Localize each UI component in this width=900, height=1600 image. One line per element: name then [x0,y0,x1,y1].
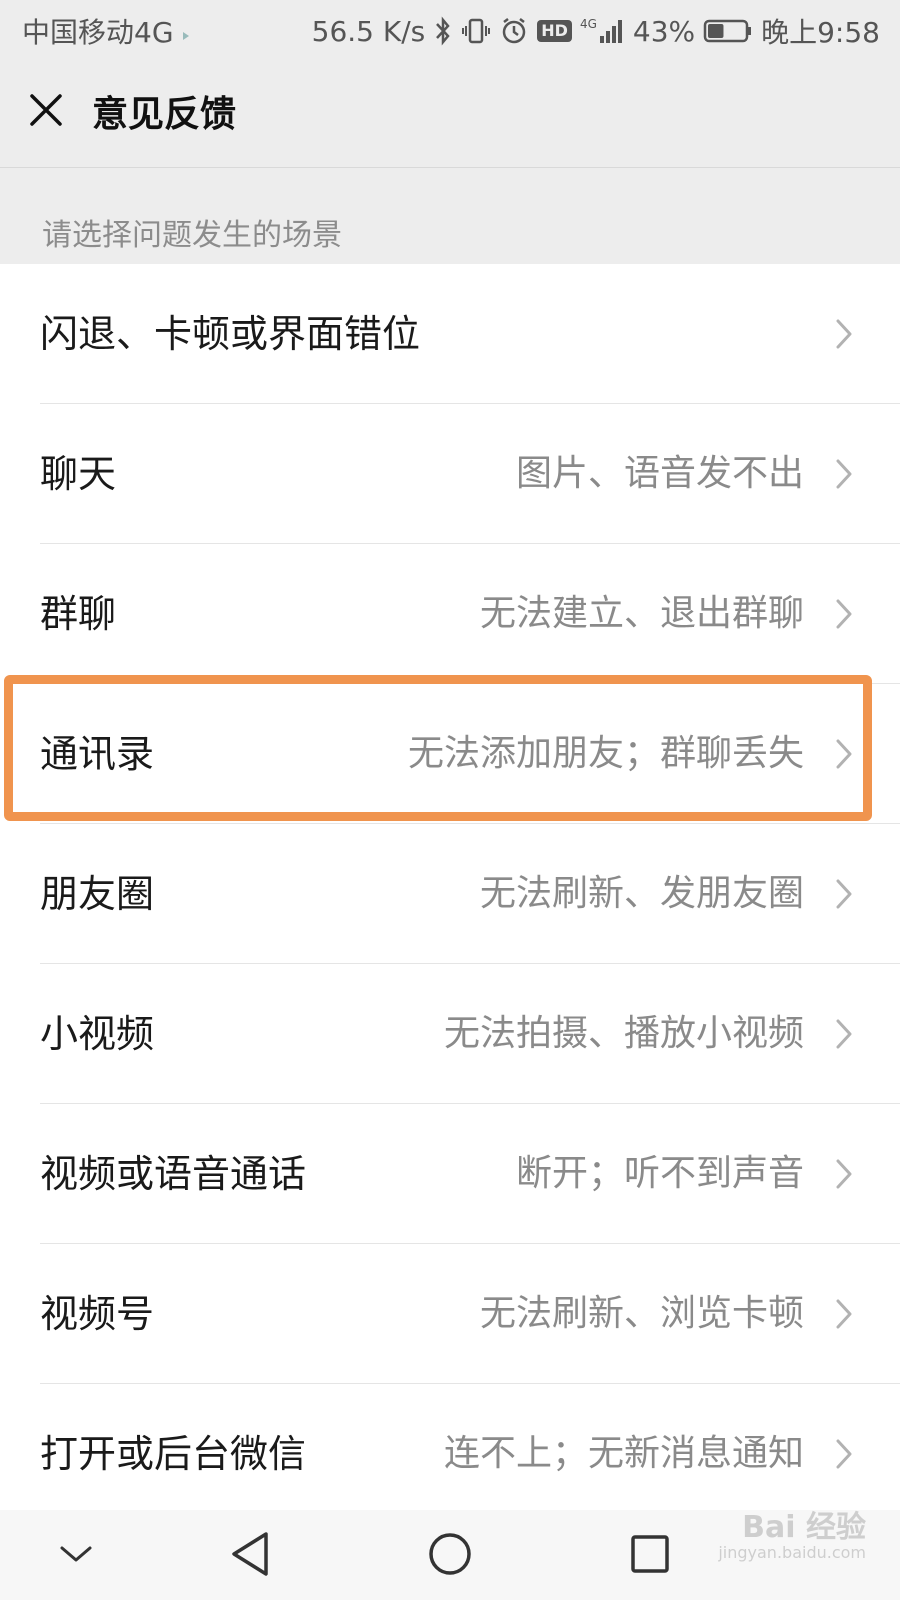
chevron-right-icon [832,1156,856,1192]
scenario-title: 小视频 [40,1012,155,1056]
scenario-item-call[interactable]: 视频或语音通话 断开；听不到声音 [0,1104,900,1244]
back-triangle-icon [228,1530,272,1582]
scenario-item-group-chat[interactable]: 群聊 无法建立、退出群聊 [0,544,900,684]
network-type-label: 4G [579,17,597,31]
chevron-right-icon [832,736,856,772]
nav-back-button[interactable] [220,1528,280,1584]
battery-icon [703,18,753,44]
scenario-desc: 图片、语音发不出 [515,453,804,494]
vibrate-icon [461,16,491,46]
scenario-list: 闪退、卡顿或界面错位 聊天 图片、语音发不出 群聊 无法建立、退出群聊 通讯录 … [0,264,900,1510]
scenario-title: 打开或后台微信 [40,1432,307,1476]
header-bar: 意见反馈 [0,62,900,168]
alarm-icon [499,16,529,46]
nav-hide-button[interactable] [46,1528,106,1584]
recents-square-icon [628,1532,672,1580]
scenario-item-open-background[interactable]: 打开或后台微信 连不上；无新消息通知 [0,1384,900,1510]
close-button[interactable] [22,88,70,136]
status-bar: 中国移动4G 56.5 K/s HD 4G 43% 晚上9:58 [0,0,900,62]
nav-recents-button[interactable] [620,1528,680,1584]
scenario-item-channels[interactable]: 视频号 无法刷新、浏览卡顿 [0,1244,900,1384]
chevron-right-icon [832,596,856,632]
chevron-right-icon [832,316,856,352]
scenario-title: 视频号 [40,1292,155,1336]
chevron-right-icon [832,876,856,912]
section-label: 请选择问题发生的场景 [42,218,342,253]
scenario-desc: 无法刷新、浏览卡顿 [479,1293,804,1334]
chevron-right-icon [832,1016,856,1052]
scenario-title: 聊天 [40,452,117,496]
scenario-title: 群聊 [40,592,117,636]
scenario-desc: 无法拍摄、播放小视频 [443,1013,804,1054]
scenario-item-chat[interactable]: 聊天 图片、语音发不出 [0,404,900,544]
watermark-logo: Bai 经验 jingyan.baidu.com [718,1512,866,1562]
chevron-right-icon [832,1296,856,1332]
chevron-right-icon [832,1436,856,1472]
scenario-desc: 无法添加朋友；群聊丢失 [407,733,804,774]
scenario-desc: 连不上；无新消息通知 [443,1433,804,1474]
home-circle-icon [426,1530,474,1582]
scenario-title: 闪退、卡顿或界面错位 [40,312,421,356]
scenario-desc: 无法刷新、发朋友圈 [479,873,804,914]
status-right: 56.5 K/s HD 4G 43% 晚上9:58 [312,11,880,51]
scenario-desc: 断开；听不到声音 [515,1153,804,1194]
location-indicator-icon [182,15,190,48]
scenario-item-moments[interactable]: 朋友圈 无法刷新、发朋友圈 [0,824,900,964]
watermark-brand: Bai 经验 [742,1510,866,1545]
chevron-down-icon [58,1542,94,1570]
close-icon [28,92,64,132]
carrier-label: 中国移动4G [22,16,174,49]
signal-icon: 4G [580,18,625,44]
chevron-right-icon [832,456,856,492]
scenario-title: 通讯录 [40,732,155,776]
scenario-desc: 无法建立、退出群聊 [479,593,804,634]
nav-home-button[interactable] [420,1528,480,1584]
status-left: 中国移动4G [22,11,190,51]
scenario-title: 朋友圈 [40,872,155,916]
battery-percent: 43% [632,14,696,48]
page-title: 意见反馈 [92,94,237,135]
scenario-item-short-video[interactable]: 小视频 无法拍摄、播放小视频 [0,964,900,1104]
bluetooth-icon [433,16,453,46]
net-speed: 56.5 K/s [311,14,426,48]
scenario-item-crash[interactable]: 闪退、卡顿或界面错位 [0,264,900,404]
scenario-title: 视频或语音通话 [40,1152,307,1196]
watermark-url: jingyan.baidu.com [718,1543,866,1562]
clock: 晚上9:58 [761,16,880,49]
hd-badge: HD [537,20,572,42]
scenario-item-contacts[interactable]: 通讯录 无法添加朋友；群聊丢失 [0,684,900,824]
